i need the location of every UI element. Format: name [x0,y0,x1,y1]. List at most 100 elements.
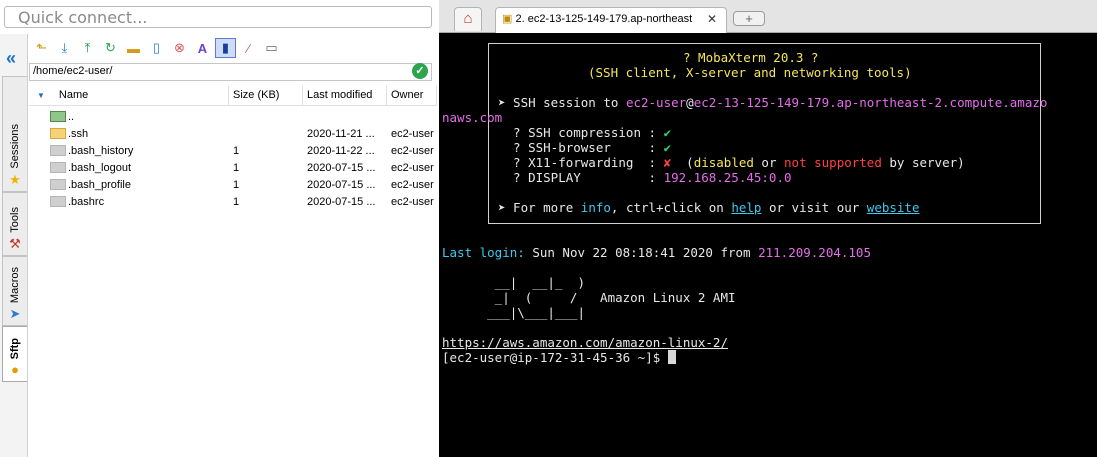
tab-bar: ⌂ ▣ 2. ec2-13-125-149-179.ap-northeast ✕… [439,0,1097,33]
tab-sftp[interactable]: Sftp ● [2,326,27,382]
upload-icon[interactable]: ⤒ [77,38,98,58]
magic-wand-icon[interactable]: ⁄ [238,38,259,58]
terminal-icon[interactable]: ▭ [261,38,282,58]
new-file-icon[interactable]: ▯ [146,38,167,58]
path-field[interactable]: /home/ec2-user/ [29,63,432,81]
shell-prompt: [ec2-user@ip-172-31-45-36 ~]$ [442,350,676,365]
file-size: 1 [233,161,240,174]
banner-title: ? MobaXterm 20.3 ? [683,50,819,65]
col-name-label: Name [58,89,89,101]
ssh-host-wrap: naws.com [442,110,503,125]
file-icon [50,179,66,191]
home-icon: ⌂ [463,10,473,27]
col-modified-header[interactable]: Last modified [303,86,387,105]
browser-line: ? SSH-browser : ✔ [498,140,672,155]
parent-folder-icon[interactable]: ⬑ [31,38,52,58]
last-login-line: Last login: Sun Nov 22 08:18:41 2020 fro… [442,245,871,260]
sftp-pane: Quick connect... Sessions ★ Tools ⚒ Macr… [0,0,437,457]
folder-icon [50,128,66,140]
amazon-linux-url[interactable]: https://aws.amazon.com/amazon-linux-2/ [442,335,728,350]
quick-connect-input[interactable]: Quick connect... [4,6,432,28]
file-row[interactable]: .bash_history 1 2020-11-22 ... ec2-user [29,142,437,159]
file-modified: 2020-07-15 ... [307,161,376,174]
home-tab[interactable]: ⌂ [454,7,482,31]
tab-sessions-label: Sessions [9,124,21,169]
delete-icon[interactable]: ⊗ [169,38,190,58]
terminal-pane: ⌂ ▣ 2. ec2-13-125-149-179.ap-northeast ✕… [439,0,1097,457]
website-link[interactable]: website [867,200,920,215]
file-row[interactable]: .bashrc 1 2020-07-15 ... ec2-user [29,193,437,210]
file-name-cell: .bash_history [29,145,229,157]
file-name-cell: .bashrc [29,196,229,208]
new-folder-icon[interactable]: ▬ [123,38,144,58]
file-name: .. [68,110,75,123]
file-list: ▼ Name Size (KB) Last modified Owner .. .s… [29,86,437,457]
session-tab-label: 2. ec2-13-125-149-179.ap-northeast [515,13,693,25]
file-owner: ec2-user [391,195,434,208]
file-modified: 2020-07-15 ... [307,178,376,191]
file-name-cell: .bash_profile [29,179,229,191]
file-name: .bashrc [68,195,105,208]
star-icon: ★ [9,172,21,187]
file-row[interactable]: .ssh 2020-11-21 ... ec2-user [29,125,437,142]
ascii-art-line-2: _| ( / Amazon Linux 2 AMI [442,290,736,305]
col-name-header[interactable]: ▼ Name [29,86,229,105]
new-tab-button[interactable]: + [733,11,765,26]
help-link[interactable]: help [731,200,761,215]
file-size: 1 [233,178,240,191]
x11-line: ? X11-forwarding : ✘ (disabled or not su… [498,155,965,170]
file-name: .ssh [68,127,89,140]
tab-macros-label: Macros [9,266,21,303]
file-owner: ec2-user [391,127,434,140]
file-row[interactable]: .. [29,108,437,125]
banner-subtitle: (SSH client, X-server and networking too… [588,65,912,80]
file-list-header: ▼ Name Size (KB) Last modified Owner [29,86,437,106]
col-owner-header[interactable]: Owner [387,86,437,105]
ascii-art-line-3: ___|\___|___| [442,305,585,320]
file-modified: 2020-11-22 ... [307,144,375,157]
plus-icon: + [745,11,753,26]
terminal[interactable]: ? MobaXterm 20.3 ? (SSH client, X-server… [442,38,1097,457]
side-tab-strip: Sessions ★ Tools ⚒ Macros ➤ Sftp ● [0,34,28,457]
file-name-cell: .ssh [29,128,229,140]
parent-dir-icon [50,111,66,123]
tab-sessions[interactable]: Sessions ★ [2,76,27,192]
go-path-icon[interactable]: ✓ [412,63,428,79]
file-size: 1 [233,195,240,208]
file-size: 1 [233,144,240,157]
file-icon [50,145,66,157]
compression-line: ? SSH compression : ✔ [498,125,672,140]
file-owner: ec2-user [391,144,434,157]
tab-sftp-label: Sftp [9,337,21,359]
ssh-session-icon: ▣ [502,13,513,25]
tools-icon: ⚒ [9,236,21,251]
file-name: .bash_history [68,144,134,157]
refresh-icon[interactable]: ↻ [100,38,121,58]
session-tab[interactable]: ▣ 2. ec2-13-125-149-179.ap-northeast [495,7,727,33]
display-line: ? DISPLAY : 192.168.25.45:0.0 [498,170,792,185]
tab-tools[interactable]: Tools ⚒ [2,192,27,256]
file-row[interactable]: .bash_profile 1 2020-07-15 ... ec2-user [29,176,437,193]
sftp-toolbar: ⬑ ⤓ ⤒ ↻ ▬ ▯ ⊗ A ▮ ⁄ ▭ [31,37,282,59]
file-owner: ec2-user [391,178,434,191]
file-modified: 2020-07-15 ... [307,195,376,208]
col-size-header[interactable]: Size (KB) [229,86,303,105]
tab-tools-label: Tools [9,207,21,233]
collapse-sidebar-icon[interactable]: « [6,48,16,69]
rename-icon[interactable]: A [192,38,213,58]
sort-arrow-icon: ▼ [37,91,45,100]
close-icon[interactable]: ✕ [707,12,717,26]
follow-terminal-folder-icon[interactable]: ▮ [215,38,236,58]
file-icon [50,162,66,174]
cursor [667,350,676,364]
file-row[interactable]: .bash_logout 1 2020-07-15 ... ec2-user [29,159,437,176]
file-modified: 2020-11-21 ... [307,127,375,140]
download-icon[interactable]: ⤓ [54,38,75,58]
file-name: .bash_logout [68,161,131,174]
tab-macros[interactable]: Macros ➤ [2,256,27,326]
info-link[interactable]: info [581,200,611,215]
file-name: .bash_profile [68,178,131,191]
file-icon [50,196,66,208]
file-owner: ec2-user [391,161,434,174]
ssh-session-line: ➤ SSH session to ec2-user@ec2-13-125-149… [498,95,1048,110]
